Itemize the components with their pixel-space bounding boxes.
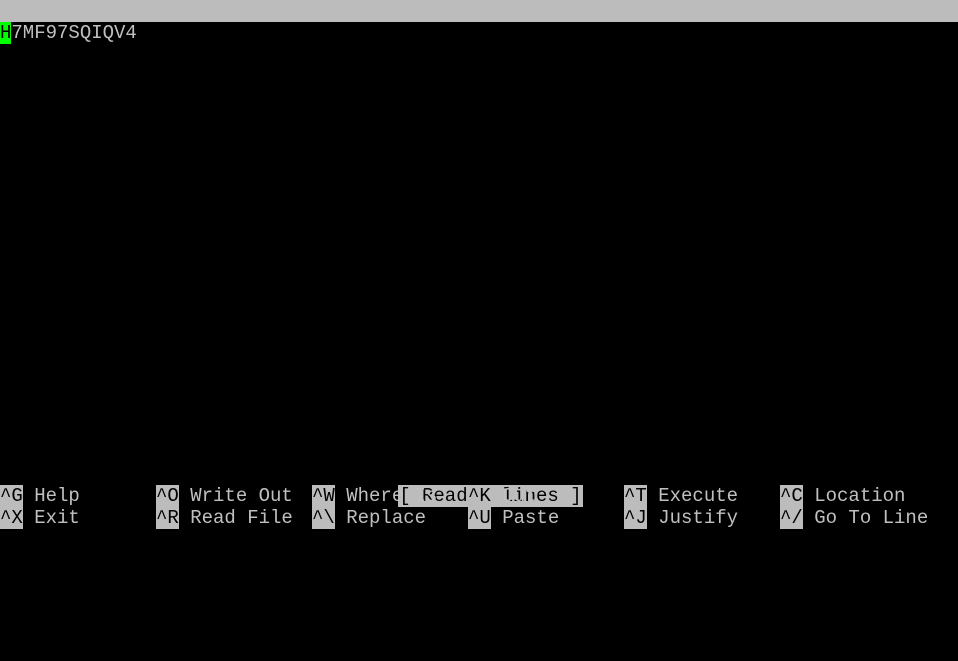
shortcut-label: Where Is <box>346 485 438 507</box>
shortcut-row-2: ^X Exit ^R Read File ^\ Replace ^U Paste… <box>0 507 958 529</box>
shortcut-key: ^X <box>0 507 23 529</box>
shortcut-key: ^G <box>0 485 23 507</box>
shortcut-key: ^R <box>156 507 179 529</box>
shortcut-key: ^J <box>624 507 647 529</box>
shortcut-exit[interactable]: ^X Exit <box>0 507 80 529</box>
shortcut-key: ^/ <box>780 507 803 529</box>
file-name: settings.ini <box>410 44 548 66</box>
shortcut-label: Go To Line <box>814 507 929 529</box>
shortcut-label: Read File <box>190 507 293 529</box>
line-text: 7MF97SQIQV4 <box>11 22 137 44</box>
shortcut-label: Execute <box>658 485 739 507</box>
shortcut-label: Write Out <box>190 485 293 507</box>
shortcut-go-to-line[interactable]: ^/ Go To Line <box>780 507 928 529</box>
shortcut-cut[interactable]: ^K Cut <box>468 485 536 507</box>
shortcut-key: ^U <box>468 507 491 529</box>
shortcut-execute[interactable]: ^T Execute <box>624 485 738 507</box>
shortcut-key: ^T <box>624 485 647 507</box>
shortcut-row-1: ^G Help ^O Write Out ^W Where Is ^K Cut … <box>0 485 958 507</box>
shortcut-location[interactable]: ^C Location <box>780 485 905 507</box>
shortcut-label: Location <box>814 485 906 507</box>
shortcut-label: Exit <box>34 507 80 529</box>
shortcut-key: ^W <box>312 485 335 507</box>
shortcut-key: ^O <box>156 485 179 507</box>
status-line: [ Read 2 lines ] <box>0 463 958 507</box>
shortcut-write-out[interactable]: ^O Write Out <box>156 485 293 507</box>
shortcut-label: Cut <box>502 485 537 507</box>
text-cursor[interactable]: H <box>0 22 12 44</box>
shortcut-label: Replace <box>346 507 427 529</box>
editor-line-1[interactable]: H7MF97SQIQV4 <box>0 22 958 44</box>
shortcut-label: Justify <box>658 507 739 529</box>
shortcut-justify[interactable]: ^J Justify <box>624 507 738 529</box>
shortcut-help[interactable]: ^G Help <box>0 485 80 507</box>
shortcut-label: Paste <box>502 507 560 529</box>
shortcut-key: ^K <box>468 485 491 507</box>
shortcut-key: ^C <box>780 485 803 507</box>
shortcut-read-file[interactable]: ^R Read File <box>156 507 293 529</box>
shortcut-paste[interactable]: ^U Paste <box>468 507 559 529</box>
shortcut-where-is[interactable]: ^W Where Is <box>312 485 437 507</box>
shortcut-label: Help <box>34 485 80 507</box>
title-bar: GNU nano 7.2 settings.ini <box>0 0 958 66</box>
shortcut-key: ^\ <box>312 507 335 529</box>
shortcut-replace[interactable]: ^\ Replace <box>312 507 426 529</box>
